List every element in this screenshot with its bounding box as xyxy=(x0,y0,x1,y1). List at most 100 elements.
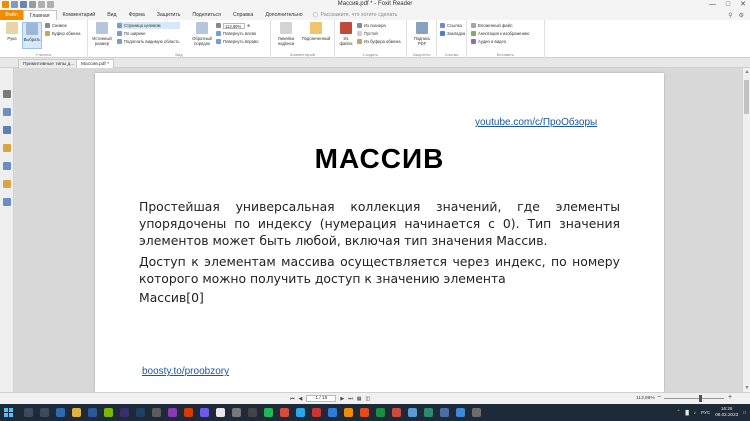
zoom-in-button[interactable]: + xyxy=(728,394,732,401)
hand-nav-icon[interactable] xyxy=(3,90,11,98)
bookmark-button[interactable]: Закладка xyxy=(440,30,465,37)
highlight-button[interactable]: Подсвеченный xyxy=(301,22,331,41)
windows-start-icon[interactable] xyxy=(4,408,13,417)
powerpoint-icon[interactable] xyxy=(184,408,193,417)
sign-pdf-button[interactable]: Подпись PDF xyxy=(411,22,433,46)
word-icon[interactable] xyxy=(88,408,97,417)
settings-icon[interactable]: ⚙ xyxy=(739,12,744,19)
tab-view[interactable]: Вид xyxy=(101,10,122,20)
spotify-icon[interactable] xyxy=(264,408,273,417)
search-taskbar-icon[interactable] xyxy=(24,408,33,417)
select-tool-button[interactable]: Выбрать xyxy=(22,22,42,49)
from-file-button[interactable]: Из файла xyxy=(337,22,355,46)
terminal-icon[interactable] xyxy=(472,408,481,417)
zoom-select[interactable]: 113,89% ⊕ xyxy=(216,22,259,29)
boosty-link[interactable]: boosty.to/proobzory xyxy=(142,366,229,377)
fit-width-button[interactable]: По ширине xyxy=(117,30,180,37)
zoom-app-icon[interactable] xyxy=(328,408,337,417)
network-icon[interactable]: █ xyxy=(685,410,688,415)
notifications-icon[interactable]: □ xyxy=(743,410,746,415)
firefox-icon[interactable] xyxy=(360,408,369,417)
tab-protect[interactable]: Защитить xyxy=(151,10,187,20)
fit-visible-button[interactable]: Подогнать видимую область xyxy=(117,38,180,45)
excel-icon[interactable] xyxy=(376,408,385,417)
link-button[interactable]: Ссылка xyxy=(440,22,465,29)
acrobat-icon[interactable] xyxy=(392,408,401,417)
notes-icon[interactable] xyxy=(424,408,433,417)
continuous-view-icon[interactable]: ▦ xyxy=(357,396,362,402)
telegram-icon[interactable] xyxy=(296,408,305,417)
audio-video-button[interactable]: Аудио и видео xyxy=(471,38,530,45)
settings-taskbar-icon[interactable] xyxy=(232,408,241,417)
scroll-up-icon[interactable]: ▲ xyxy=(743,69,750,75)
doc-tab-primitive-types[interactable]: Примитивные типы д... xyxy=(18,59,80,68)
zoom-slider-track[interactable] xyxy=(664,398,724,399)
rotate-left-button[interactable]: Повернуть влево xyxy=(216,30,259,37)
security-icon[interactable] xyxy=(3,180,11,188)
page-number-field[interactable]: 1 / 15 xyxy=(306,395,337,402)
attachment-button[interactable]: Вложенный файл xyxy=(471,22,530,29)
tell-me-box[interactable]: ◯ Расскажите, что хотите сделать xyxy=(313,12,398,18)
mail-icon[interactable] xyxy=(456,408,465,417)
minimize-button[interactable]: — xyxy=(709,0,716,9)
fit-page-button[interactable]: Страница целиком xyxy=(117,22,180,29)
reverse-order-button[interactable]: Обратный порядок xyxy=(191,22,213,46)
typewriter-button[interactable]: Линейка надписи xyxy=(273,22,299,46)
scroll-thumb[interactable] xyxy=(744,80,749,114)
edge-icon[interactable] xyxy=(56,408,65,417)
calendar-icon[interactable] xyxy=(440,408,449,417)
volume-icon[interactable]: ♪ xyxy=(694,410,696,415)
task-view-icon[interactable] xyxy=(40,408,49,417)
search-icon[interactable]: ⚲ xyxy=(728,12,732,19)
tab-help[interactable]: Справка xyxy=(227,10,259,20)
prev-page-icon[interactable]: ◀ xyxy=(299,396,303,402)
actual-size-button[interactable]: Истинный размер xyxy=(91,22,113,46)
after-effects-icon[interactable] xyxy=(168,408,177,417)
tab-extra[interactable]: Дополнительно xyxy=(259,10,308,20)
blank-button[interactable]: Пустой xyxy=(357,30,401,37)
snapshot-button[interactable]: Снимок xyxy=(45,22,80,29)
facing-view-icon[interactable]: ◫ xyxy=(365,396,370,402)
next-page-icon[interactable]: ▶ xyxy=(340,396,344,402)
clock[interactable]: 16:26 08.02.2023 xyxy=(715,406,738,418)
nvidia-icon[interactable] xyxy=(104,408,113,417)
zoom-out-button[interactable]: − xyxy=(657,394,661,401)
rotate-right-button[interactable]: Повернуть вправо xyxy=(216,38,259,45)
obs-icon[interactable] xyxy=(248,408,257,417)
bookmarks-icon[interactable] xyxy=(3,126,11,134)
tab-file[interactable]: Файл xyxy=(0,10,23,20)
signature-nav-icon[interactable] xyxy=(3,198,11,206)
scroll-down-icon[interactable]: ▼ xyxy=(743,385,750,391)
zoom-in-icon[interactable]: ⊕ xyxy=(247,23,251,28)
last-page-icon[interactable]: ⏭ xyxy=(348,396,353,402)
youtube-link[interactable]: youtube.com/c/ПроОбзоры xyxy=(475,117,597,128)
layers-icon[interactable] xyxy=(3,144,11,152)
doc-tab-massiv[interactable]: Массив.pdf * xyxy=(76,59,114,68)
maximize-button[interactable]: □ xyxy=(726,0,730,9)
from-scanner-button[interactable]: Из сканера xyxy=(357,22,401,29)
attachment-nav-icon[interactable] xyxy=(3,162,11,170)
zoom-slider-handle[interactable] xyxy=(699,395,702,402)
photoshop-icon[interactable] xyxy=(136,408,145,417)
close-button[interactable]: ✕ xyxy=(740,0,746,9)
tab-home[interactable]: Главная xyxy=(22,10,57,20)
yandex-icon[interactable] xyxy=(280,408,289,417)
language-indicator[interactable]: РУС xyxy=(701,410,710,415)
image-annotation-button[interactable]: Аннотация к изображению xyxy=(471,30,530,37)
tab-comment[interactable]: Комментарий xyxy=(57,10,102,20)
from-clipboard-button[interactable]: Из буфера обмена xyxy=(357,38,401,45)
vertical-scrollbar[interactable]: ▲ ▼ xyxy=(742,68,750,392)
hand-tool-button[interactable]: Рука xyxy=(2,22,22,41)
youtube-taskbar-icon[interactable] xyxy=(312,408,321,417)
app-icon[interactable] xyxy=(152,408,161,417)
tab-form[interactable]: Форма xyxy=(123,10,151,20)
first-page-icon[interactable]: ⏮ xyxy=(290,396,295,402)
viber-icon[interactable] xyxy=(200,408,209,417)
chevron-up-icon[interactable]: ⌃ xyxy=(677,409,681,415)
premiere-icon[interactable] xyxy=(120,408,129,417)
clipboard-button[interactable]: Буфер обмена xyxy=(45,30,80,37)
document-canvas[interactable]: youtube.com/c/ПроОбзоры МАССИВ Простейша… xyxy=(15,68,742,392)
pages-icon[interactable] xyxy=(3,108,11,116)
chrome-icon[interactable] xyxy=(216,408,225,417)
explorer-icon[interactable] xyxy=(72,408,81,417)
